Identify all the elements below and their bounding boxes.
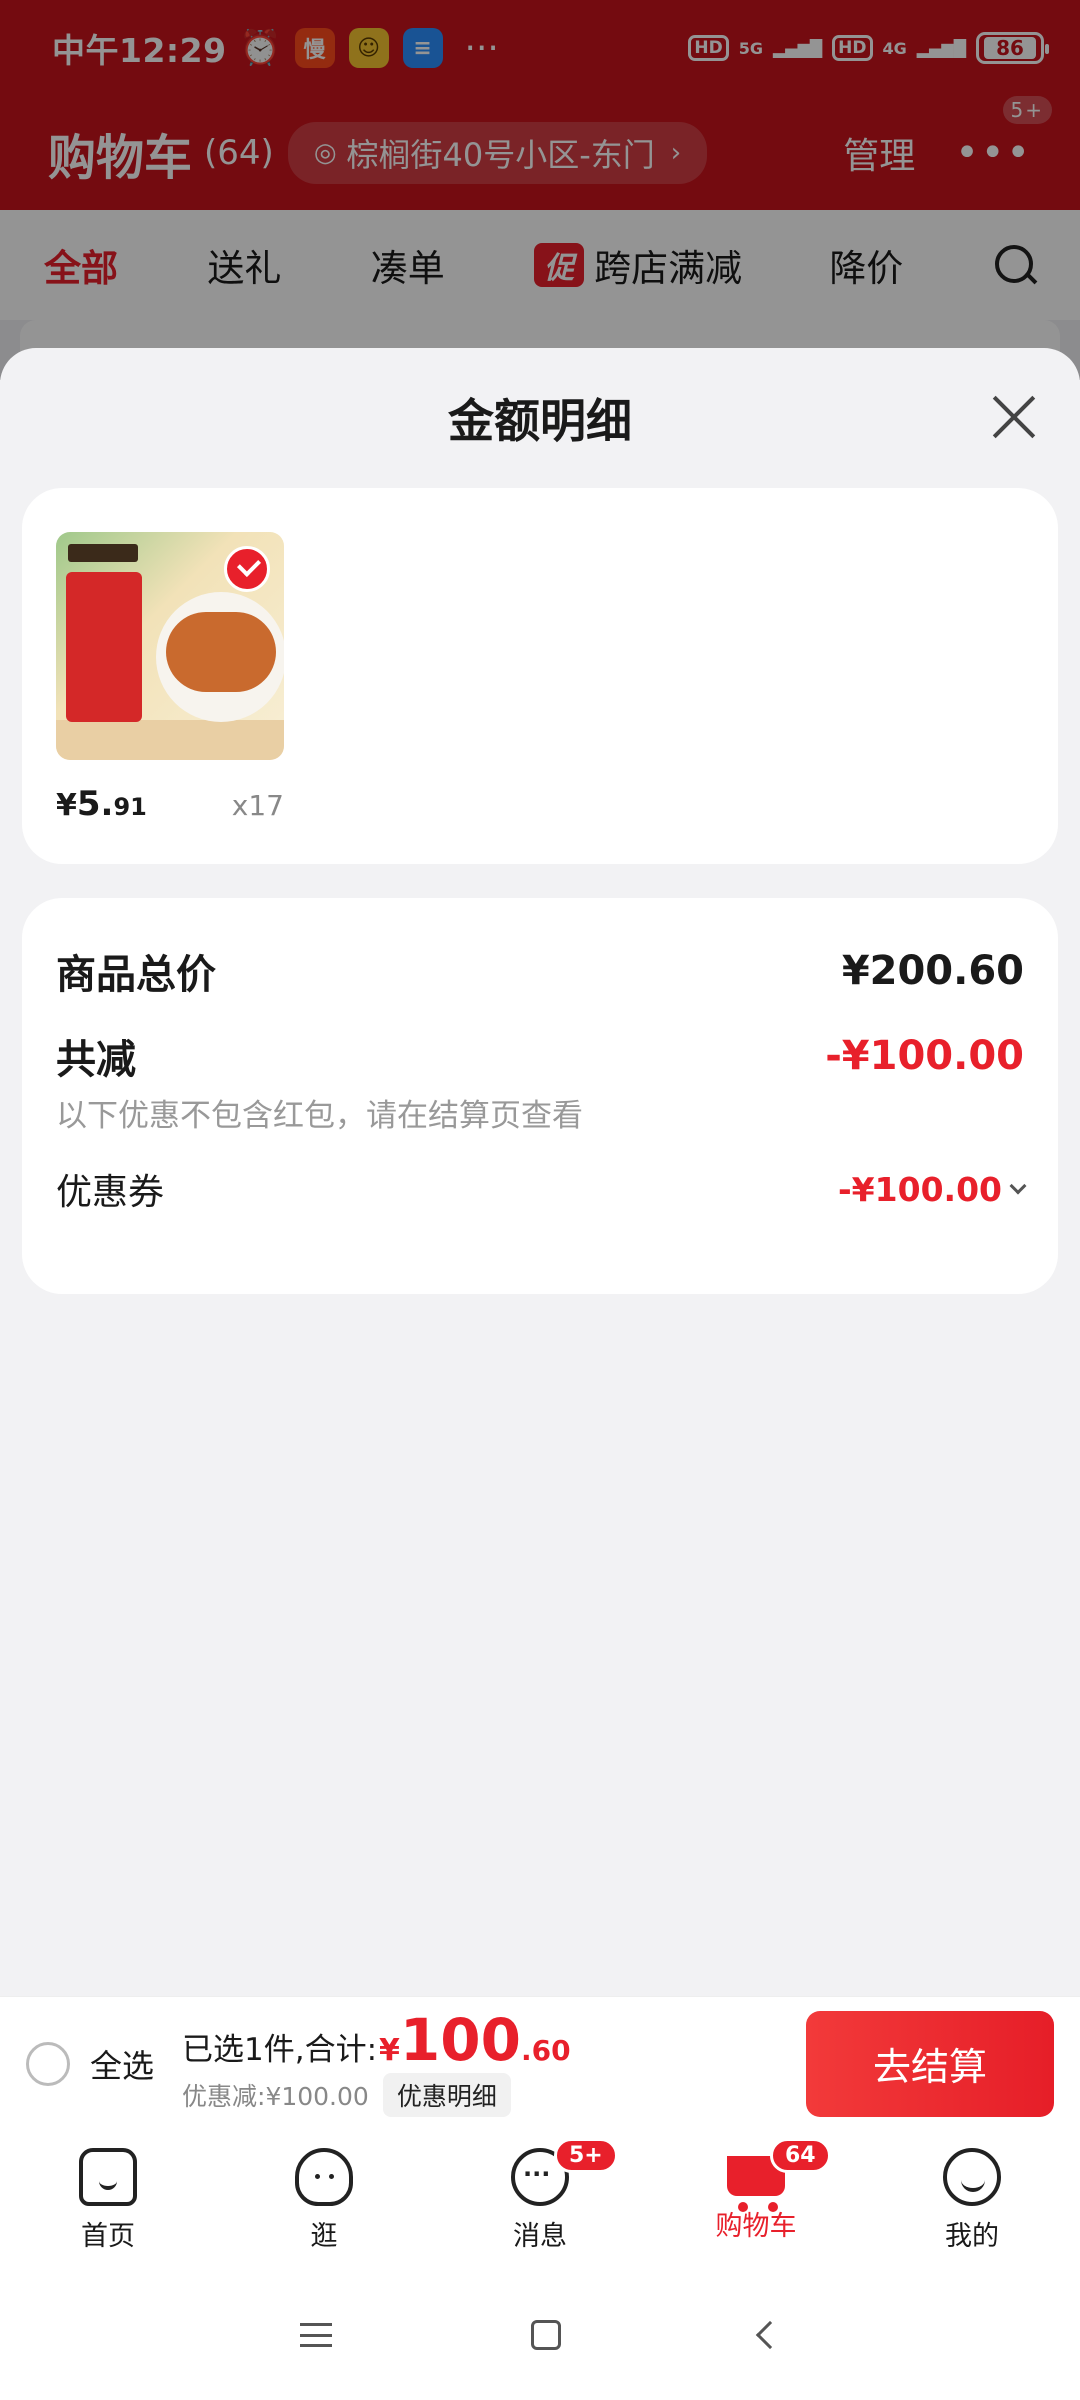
nav-item-messages[interactable]: 5+ 消息 xyxy=(432,2130,648,2270)
nav-label: 消息 xyxy=(513,2221,567,2252)
chevron-down-icon xyxy=(1009,1177,1027,1195)
total-price-label: 商品总价 xyxy=(56,952,216,998)
total-price-row: 商品总价 ¥200.60 xyxy=(56,926,1024,1016)
product-card: ¥ 5. 91 x17 xyxy=(22,488,1058,864)
nav-item-home[interactable]: 首页 xyxy=(0,2130,216,2270)
back-icon[interactable] xyxy=(756,2320,785,2350)
coupon-amount: -¥100.00 xyxy=(837,1169,1002,1209)
overlay-dim[interactable] xyxy=(0,0,1080,380)
product-image[interactable] xyxy=(56,532,284,760)
total-dec: .60 xyxy=(521,2033,571,2067)
cart-badge: 64 xyxy=(770,2138,831,2173)
product-quantity: x17 xyxy=(231,789,284,822)
nav-label: 购物车 xyxy=(715,2211,797,2242)
home-square-icon[interactable] xyxy=(530,2320,561,2350)
summary-card: 商品总价 ¥200.60 共减 -¥100.00 以下优惠不包含红包，请在结算页… xyxy=(22,898,1058,1294)
sheet-header: 金额明细 xyxy=(0,348,1080,488)
total-price-value: ¥200.60 xyxy=(841,948,1024,994)
discount-note: 以下优惠不包含红包，请在结算页查看 xyxy=(56,1098,583,1134)
selected-text: 已选1件,合计: xyxy=(182,2031,378,2068)
price-dec: 91 xyxy=(113,793,147,821)
system-nav-bar xyxy=(0,2270,1080,2400)
select-all-label[interactable]: 全选 xyxy=(90,2041,154,2087)
discount-amount-text: 优惠减:¥100.00 xyxy=(182,2081,369,2111)
nav-label: 逛 xyxy=(310,2221,338,2252)
sheet-title: 金额明细 xyxy=(448,394,632,448)
coupon-label: 优惠券 xyxy=(56,1172,165,1213)
close-icon[interactable] xyxy=(990,394,1036,440)
nav-item-profile[interactable]: 我的 xyxy=(864,2130,1080,2270)
message-badge: 5+ xyxy=(554,2138,618,2173)
checkout-bar: 全选 已选1件,合计: ¥ 100 .60 优惠减:¥100.00 优惠明细 去… xyxy=(0,1996,1080,2130)
home-icon xyxy=(79,2148,137,2206)
total-symbol: ¥ xyxy=(379,2032,400,2068)
price-int: 5. xyxy=(76,784,114,824)
price-symbol: ¥ xyxy=(56,788,77,823)
coupon-value: -¥100.00 xyxy=(837,1169,1027,1209)
profile-icon xyxy=(943,2148,1001,2206)
bottom-nav: 首页 逛 5+ 消息 64 购物车 我的 xyxy=(0,2130,1080,2270)
discount-detail-button[interactable]: 优惠明细 xyxy=(382,2072,511,2117)
nav-label: 我的 xyxy=(945,2221,999,2252)
check-icon xyxy=(224,546,270,592)
nav-item-cart[interactable]: 64 购物车 xyxy=(648,2130,864,2270)
coupon-row[interactable]: 优惠券 -¥100.00 xyxy=(56,1149,1027,1229)
product-price-row: ¥ 5. 91 x17 xyxy=(56,784,284,824)
menu-icon[interactable] xyxy=(299,2323,332,2347)
amount-detail-sheet: 金额明细 ¥ 5. 91 x17 商品总价 ¥200.60 共减 -¥100.0… xyxy=(0,348,1080,1998)
discount-value: -¥100.00 xyxy=(825,1033,1024,1079)
total-block: 已选1件,合计: ¥ 100 .60 优惠减:¥100.00 优惠明细 xyxy=(182,2011,571,2117)
nav-label: 首页 xyxy=(81,2221,135,2252)
discount-label: 共减 xyxy=(56,1037,136,1083)
nav-item-explore[interactable]: 逛 xyxy=(216,2130,432,2270)
checkout-button[interactable]: 去结算 xyxy=(806,2010,1054,2117)
explore-icon xyxy=(295,2148,353,2206)
discount-row: 共减 -¥100.00 xyxy=(56,1026,1024,1086)
select-all-checkbox[interactable] xyxy=(26,2041,70,2086)
total-int: 100 xyxy=(399,2005,521,2074)
